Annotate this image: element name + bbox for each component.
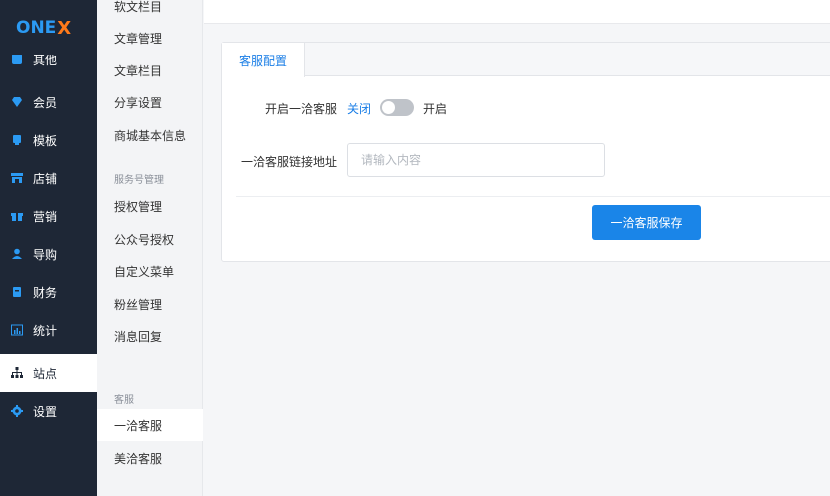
nav-item-label: 设置 — [33, 404, 58, 419]
nav-item-label: 店铺 — [33, 171, 58, 186]
nav-item-finance[interactable]: 财务 — [0, 273, 97, 311]
nav-item-marketing[interactable]: 营销 — [0, 197, 97, 235]
sitemap-icon — [11, 367, 23, 379]
gift-icon — [11, 210, 23, 222]
toggle-on-text: 开启 — [423, 102, 448, 116]
nav-item-label: 财务 — [33, 285, 58, 300]
form-divider — [236, 196, 830, 197]
sub-item-mall-basic-info[interactable]: 商城基本信息 — [97, 119, 203, 151]
nav-item-settings[interactable]: 设置 — [0, 392, 97, 430]
sub-item-official-account-auth[interactable]: 公众号授权 — [97, 223, 203, 255]
store-icon — [11, 172, 23, 184]
sub-item-custom-menu[interactable]: 自定义菜单 — [97, 255, 203, 287]
main-nav: ONE X 其他 会员 模板 店铺 营销 导购 财务 统计 站点 设置 — [0, 0, 97, 496]
kefu-config-card: 客服配置 开启一洽客服 关闭 开启 一洽客服链接地址 一洽客服保存 — [221, 42, 830, 262]
nav-item-label: 其他 — [33, 55, 58, 67]
logo-text: ONE — [16, 18, 57, 38]
sub-item-meiqia-kefu[interactable]: 美洽客服 — [97, 442, 203, 474]
sub-item-soft-article-column[interactable]: 软文栏目 — [97, 0, 203, 22]
nav-item-site[interactable]: 站点 — [0, 354, 97, 392]
nav-item-guide[interactable]: 导购 — [0, 235, 97, 273]
toggle-off-text: 关闭 — [347, 102, 372, 116]
enable-kefu-label: 开启一洽客服 — [265, 102, 338, 116]
wallet-icon — [11, 286, 23, 298]
nav-item-members[interactable]: 会员 — [0, 83, 97, 121]
nav-item-store[interactable]: 店铺 — [0, 159, 97, 197]
template-icon — [11, 134, 23, 146]
sub-heading-service: 服务号管理 — [114, 175, 164, 186]
sub-item-article-column[interactable]: 文章栏目 — [97, 54, 203, 86]
kefu-link-label: 一洽客服链接地址 — [241, 155, 338, 169]
user-icon — [11, 248, 23, 260]
save-kefu-button[interactable]: 一洽客服保存 — [592, 205, 701, 240]
sub-item-article-management[interactable]: 文章管理 — [97, 22, 203, 54]
nav-item-label: 统计 — [33, 323, 58, 338]
enable-kefu-toggle[interactable] — [380, 99, 414, 116]
sub-item-yiqia-kefu[interactable]: 一洽客服 — [97, 409, 203, 441]
nav-item-templates[interactable]: 模板 — [0, 121, 97, 159]
nav-item-label: 导购 — [33, 247, 58, 262]
nav-item-label: 会员 — [33, 95, 58, 110]
sub-item-message-reply[interactable]: 消息回复 — [97, 320, 203, 352]
sub-item-fans-management[interactable]: 粉丝管理 — [97, 288, 203, 320]
logo-mark: X — [57, 17, 72, 39]
other-icon — [11, 55, 23, 65]
nav-item-label: 营销 — [33, 209, 58, 224]
sub-nav: 软文栏目 文章管理 文章栏目 分享设置 商城基本信息 服务号管理 授权管理 公众… — [97, 0, 203, 496]
chart-icon — [11, 324, 23, 336]
nav-item-stats[interactable]: 统计 — [0, 311, 97, 349]
logo[interactable]: ONE X — [16, 16, 71, 40]
nav-item-label: 模板 — [33, 133, 58, 148]
toggle-knob — [382, 101, 395, 114]
nav-item-other[interactable]: 其他 — [0, 55, 97, 77]
sub-heading-kefu: 客服 — [114, 395, 134, 406]
gear-icon — [11, 405, 23, 417]
tab-kefu-config[interactable]: 客服配置 — [222, 43, 305, 77]
sub-item-auth-management[interactable]: 授权管理 — [97, 190, 203, 222]
sub-item-share-settings[interactable]: 分享设置 — [97, 86, 203, 118]
diamond-icon — [11, 96, 23, 108]
nav-item-label: 站点 — [33, 366, 58, 381]
top-bar — [204, 0, 830, 24]
tab-bar: 客服配置 — [222, 43, 830, 77]
kefu-link-input[interactable] — [347, 143, 605, 177]
